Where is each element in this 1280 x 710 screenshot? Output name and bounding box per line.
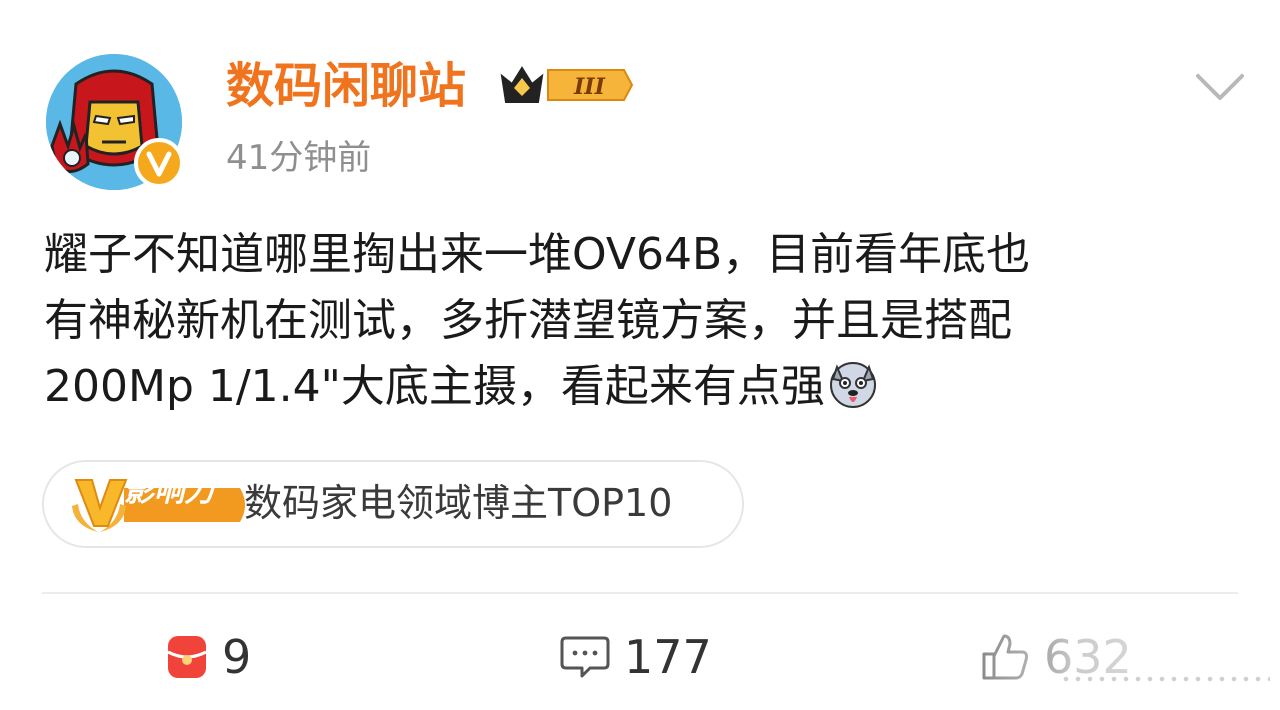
chevron-down-icon[interactable] [1194, 70, 1246, 104]
post-time: 41分钟前 [226, 138, 372, 178]
post-body-line-last: 200Mp 1/1.4"大底主摄，看起来有点强 [44, 354, 1244, 420]
comment-button[interactable]: 177 [560, 622, 712, 692]
rank-badge-text: III [573, 74, 606, 100]
fade-overlay [940, 618, 1280, 710]
repost-button[interactable]: 9 [166, 622, 251, 692]
repost-count: 9 [222, 630, 252, 684]
influence-badge-text: 影响力 [124, 474, 214, 509]
husky-emoji-icon [829, 362, 876, 408]
verified-badge-icon [134, 138, 184, 188]
influence-label: 数码家电领域博主TOP10 [244, 481, 673, 525]
repost-icon [167, 636, 207, 678]
comment-count: 177 [624, 630, 712, 684]
post-body-text: 200Mp 1/1.4"大底主摄，看起来有点强 [44, 361, 825, 412]
post-body: 耀子不知道哪里掏出来一堆OV64B，目前看年底也 有神秘新机在测试，多折潜望镜方… [44, 222, 1244, 420]
influence-tag[interactable]: 影响力 数码家电领域博主TOP10 [42, 460, 744, 548]
loading-dots [1060, 676, 1270, 682]
post-body-line: 有神秘新机在测试，多折潜望镜方案，并且是搭配 [44, 295, 1012, 346]
author-name[interactable]: 数码闲聊站 [226, 56, 466, 116]
crown-icon: III [500, 66, 634, 103]
post-body-line: 耀子不知道哪里掏出来一堆OV64B，目前看年底也 [44, 229, 1031, 280]
comment-icon [560, 636, 610, 678]
divider [42, 592, 1238, 594]
rank-badge[interactable]: III [498, 62, 634, 108]
